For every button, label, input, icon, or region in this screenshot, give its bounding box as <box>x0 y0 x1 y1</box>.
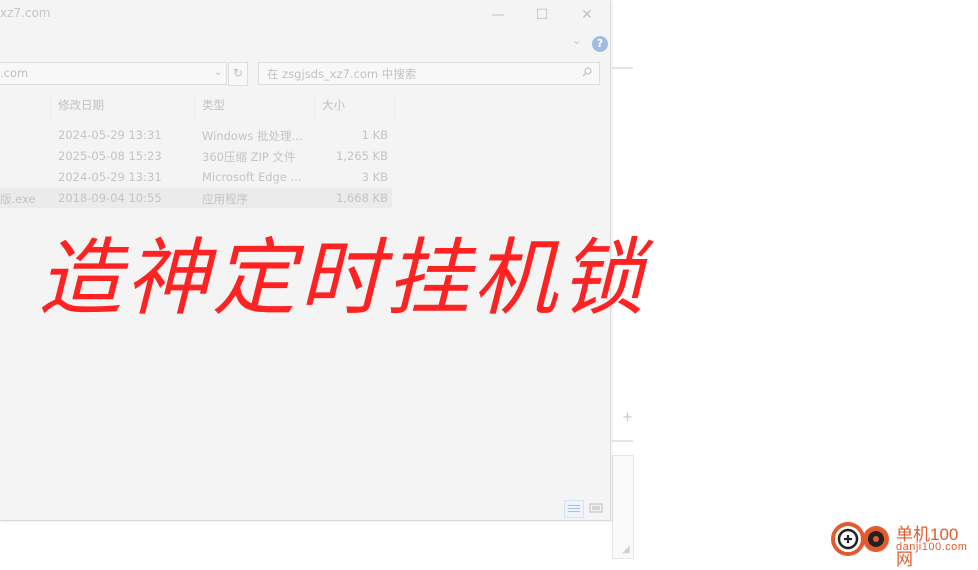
minimize-button[interactable]: — <box>476 3 520 27</box>
address-bar[interactable]: .com ⌄ <box>0 62 227 85</box>
large-icons-view-icon[interactable] <box>588 501 604 515</box>
file-size: 1 KB <box>361 128 388 142</box>
watermark-url: danji100.com <box>896 541 968 553</box>
resize-grip-icon[interactable]: ◢ <box>622 544 630 555</box>
background-divider-top <box>612 67 633 69</box>
file-type: 应用程序 <box>202 192 248 206</box>
file-date: 2024-05-29 13:31 <box>58 128 162 142</box>
refresh-icon[interactable]: ↻ <box>228 62 248 86</box>
background-plus-icon[interactable]: + <box>622 410 633 425</box>
close-button[interactable]: ✕ <box>565 3 609 27</box>
file-date: 2025-05-08 15:23 <box>58 149 162 163</box>
details-view-icon[interactable] <box>564 500 584 518</box>
watermark-emblem-icon <box>831 522 889 556</box>
file-row[interactable]: 2025-05-08 15:23 360压缩 ZIP 文件 1,265 KB <box>0 146 392 166</box>
file-row[interactable]: 2024-05-29 13:31 Windows 批处理... 1 KB <box>0 125 392 145</box>
overlay-title: 造神定时挂机锁 <box>38 229 648 327</box>
background-divider-bottom <box>612 440 633 442</box>
file-type: Microsoft Edge ... <box>202 170 302 184</box>
file-size: 1,265 KB <box>335 149 388 163</box>
help-icon[interactable]: ? <box>592 36 608 52</box>
column-separator[interactable] <box>314 94 315 120</box>
address-dropdown-icon[interactable]: ⌄ <box>214 67 222 78</box>
maximize-button[interactable]: ☐ <box>520 3 564 27</box>
ribbon-toggle-icon[interactable]: ⌄ <box>572 34 581 47</box>
column-header-type[interactable]: 类型 <box>202 97 225 117</box>
file-date: 2018-09-04 10:55 <box>58 191 162 205</box>
file-row[interactable]: 2024-05-29 13:31 Microsoft Edge ... 3 KB <box>0 167 392 187</box>
column-header-size[interactable]: 大小 <box>322 97 345 117</box>
file-type: Windows 批处理... <box>202 129 303 143</box>
column-separator[interactable] <box>194 94 195 120</box>
column-header-date[interactable]: 修改日期 <box>58 97 104 117</box>
window-title: xz7.com <box>0 6 51 20</box>
file-date: 2024-05-29 13:31 <box>58 170 162 184</box>
watermark-logo: 单机100网 danji100.com <box>830 518 975 569</box>
address-text: .com <box>0 66 29 80</box>
file-size: 1,668 KB <box>335 191 388 205</box>
file-row-selected[interactable]: 版.exe 2018-09-04 10:55 应用程序 1,668 KB <box>0 188 392 208</box>
file-name: 版.exe <box>0 192 36 206</box>
column-separator[interactable] <box>394 94 395 120</box>
search-placeholder: 在 zsgjsds_xz7.com 中搜索 <box>267 67 417 81</box>
search-input[interactable]: 在 zsgjsds_xz7.com 中搜索 <box>258 62 600 85</box>
search-icon[interactable] <box>582 67 592 77</box>
column-separator[interactable] <box>50 94 51 120</box>
file-size: 3 KB <box>361 170 388 184</box>
file-type: 360压缩 ZIP 文件 <box>202 150 296 164</box>
